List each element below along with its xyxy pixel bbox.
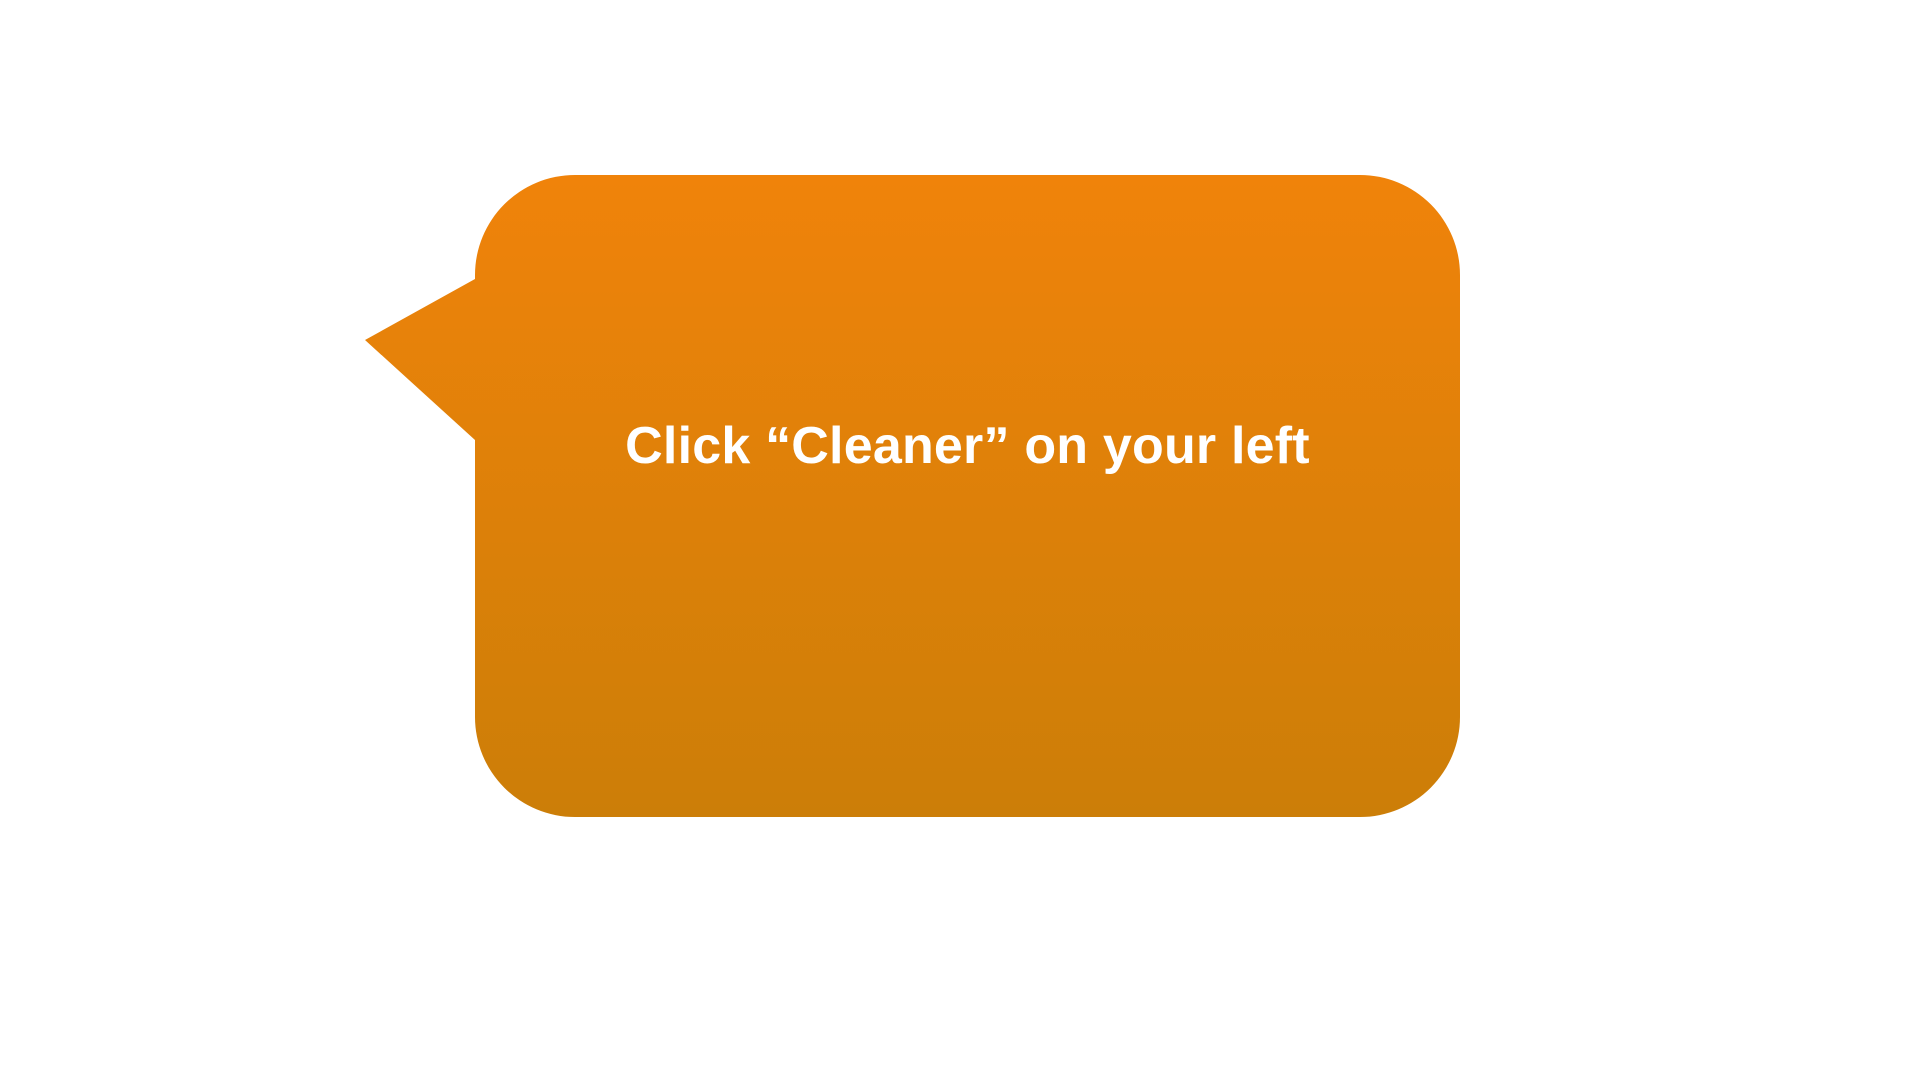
instruction-text: Click “Cleaner” on your left xyxy=(625,416,1310,475)
instruction-callout: Click “Cleaner” on your left xyxy=(365,175,1460,817)
tutorial-overlay: Click “Cleaner” on your left xyxy=(0,0,1920,1080)
